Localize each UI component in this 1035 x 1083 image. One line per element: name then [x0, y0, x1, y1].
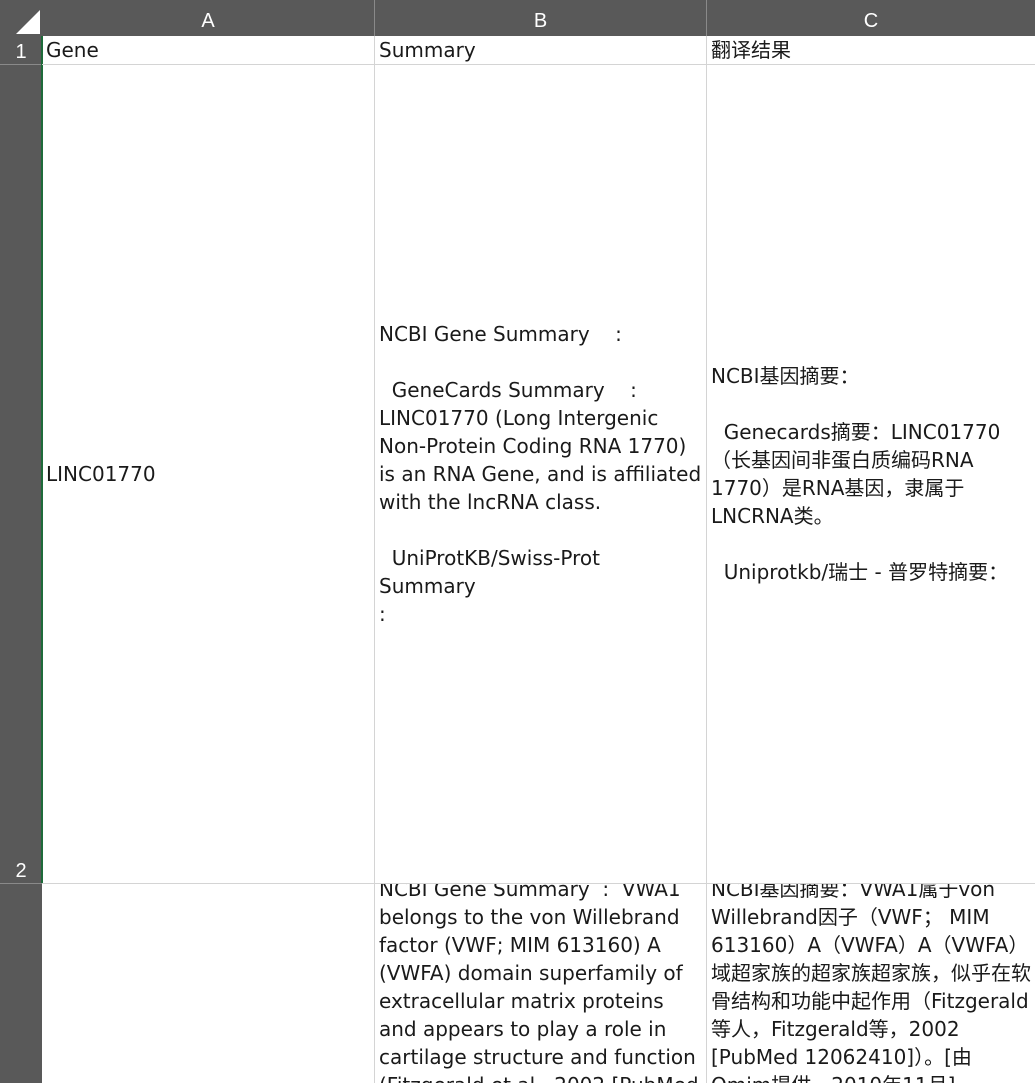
- summary-text: NCBI Gene Summary : GeneCards Summary : …: [379, 322, 702, 626]
- cell-a3[interactable]: [42, 884, 375, 1083]
- row-header-2[interactable]: 2: [0, 65, 42, 884]
- gene-name-text: LINC01770: [46, 462, 156, 486]
- column-header-c[interactable]: C: [707, 0, 1035, 36]
- translation-text: NCBI基因摘要： Genecards摘要：LINC01770（长基因间非蛋白质…: [711, 364, 1009, 584]
- spreadsheet-grid: A B C 1 2 Gene Summary 翻译结果 LINC01770 NC…: [0, 0, 1035, 1083]
- translation-header-text: 翻译结果: [711, 38, 791, 62]
- cell-a1[interactable]: Gene: [42, 36, 375, 65]
- column-header-a[interactable]: A: [42, 0, 375, 36]
- gene-header-text: Gene: [46, 38, 99, 62]
- column-header-b[interactable]: B: [375, 0, 707, 36]
- cell-a2[interactable]: LINC01770: [42, 65, 375, 884]
- cell-c3[interactable]: NCBI基因摘要：VWA1属于von Willebrand因子（VWF； MIM…: [707, 884, 1035, 1083]
- row-header-3[interactable]: [0, 884, 42, 1083]
- row-header-1[interactable]: 1: [0, 36, 42, 65]
- cell-b2[interactable]: NCBI Gene Summary : GeneCards Summary : …: [375, 65, 707, 884]
- summary-header-text: Summary: [379, 38, 476, 62]
- translation-text: NCBI基因摘要：VWA1属于von Willebrand因子（VWF； MIM…: [711, 884, 1031, 1083]
- cell-c1[interactable]: 翻译结果: [707, 36, 1035, 65]
- cell-b1[interactable]: Summary: [375, 36, 707, 65]
- cell-c2[interactable]: NCBI基因摘要： Genecards摘要：LINC01770（长基因间非蛋白质…: [707, 65, 1035, 884]
- cell-b3[interactable]: NCBI Gene Summary : VWA1 belongs to the …: [375, 884, 707, 1083]
- select-all-button[interactable]: [0, 0, 42, 36]
- summary-text: NCBI Gene Summary : VWA1 belongs to the …: [379, 884, 699, 1083]
- select-all-triangle-icon: [16, 10, 40, 34]
